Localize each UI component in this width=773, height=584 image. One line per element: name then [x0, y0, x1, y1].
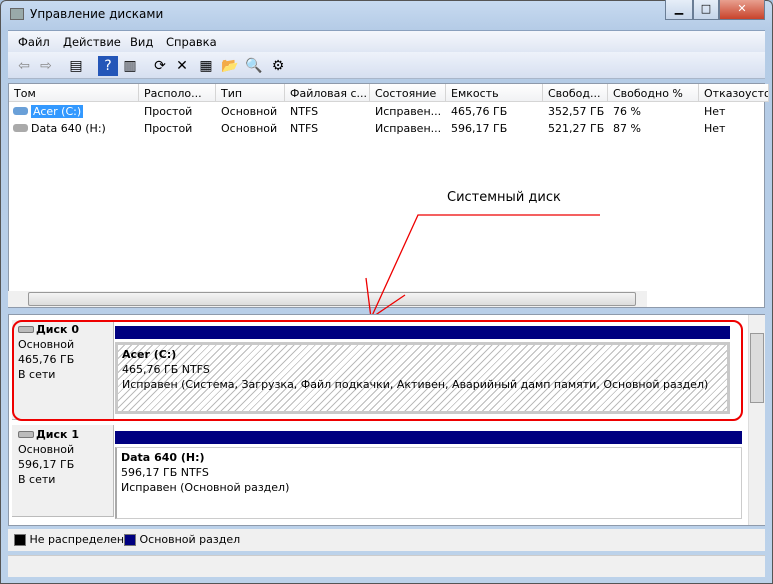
legend-unallocated: Не распределен [29, 533, 125, 546]
legend: Не распределен Основной раздел [8, 529, 765, 551]
system-disk-highlight [12, 320, 743, 421]
status-bar [8, 555, 765, 577]
partition-size: 596,17 ГБ NTFS [121, 466, 209, 479]
disk-type: Основной [18, 443, 75, 456]
disk-size: 596,17 ГБ [18, 458, 75, 471]
partition-name: Data 640 (H:) [121, 451, 205, 464]
partition-1[interactable]: Data 640 (H:) 596,17 ГБ NTFS Исправен (Осн… [115, 447, 742, 519]
disk-status: В сети [18, 473, 56, 486]
legend-primary: Основной раздел [139, 533, 241, 546]
scroll-thumb[interactable] [750, 333, 764, 403]
legend-swatch-unallocated [14, 534, 26, 546]
disk-label-1[interactable]: Диск 1 Основной 596,17 ГБ В сети [12, 425, 114, 517]
vertical-scrollbar[interactable] [748, 315, 765, 525]
disk-icon [18, 431, 34, 438]
disk-name: Диск 1 [36, 428, 79, 441]
partition-status: Исправен (Основной раздел) [121, 481, 290, 494]
legend-swatch-primary [124, 534, 136, 546]
partition-type-bar [115, 431, 742, 444]
